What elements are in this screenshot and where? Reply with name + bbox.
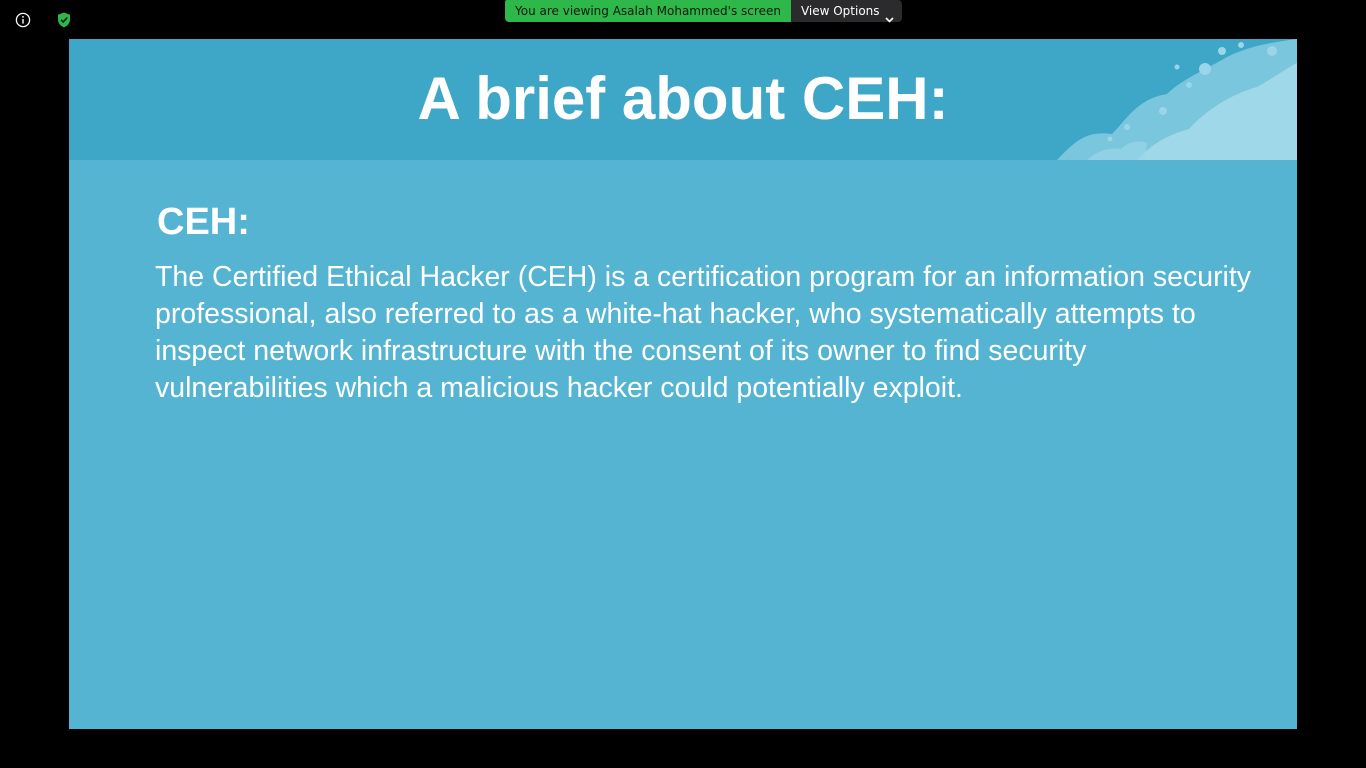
screen-share-banner: You are viewing Asalah Mohammed's screen… [505,0,902,23]
slide-title: A brief about CEH: [417,65,949,132]
share-status-label: You are viewing Asalah Mohammed's screen [505,0,791,22]
shared-screen-slide: A brief about CEH: CEH: The Certified Et… [69,39,1297,729]
shield-check-icon[interactable] [57,12,71,28]
view-options-button[interactable]: View Options [790,0,902,23]
view-options-label: View Options [800,4,880,18]
slide-header-band: A brief about CEH: [69,39,1297,160]
meeting-window: You are viewing Asalah Mohammed's screen… [0,0,1366,768]
slide-subtitle: CEH: [157,201,250,243]
info-icon[interactable] [15,12,31,28]
slide-body-text: The Certified Ethical Hacker (CEH) is a … [155,261,1252,404]
chevron-down-icon [884,8,894,23]
